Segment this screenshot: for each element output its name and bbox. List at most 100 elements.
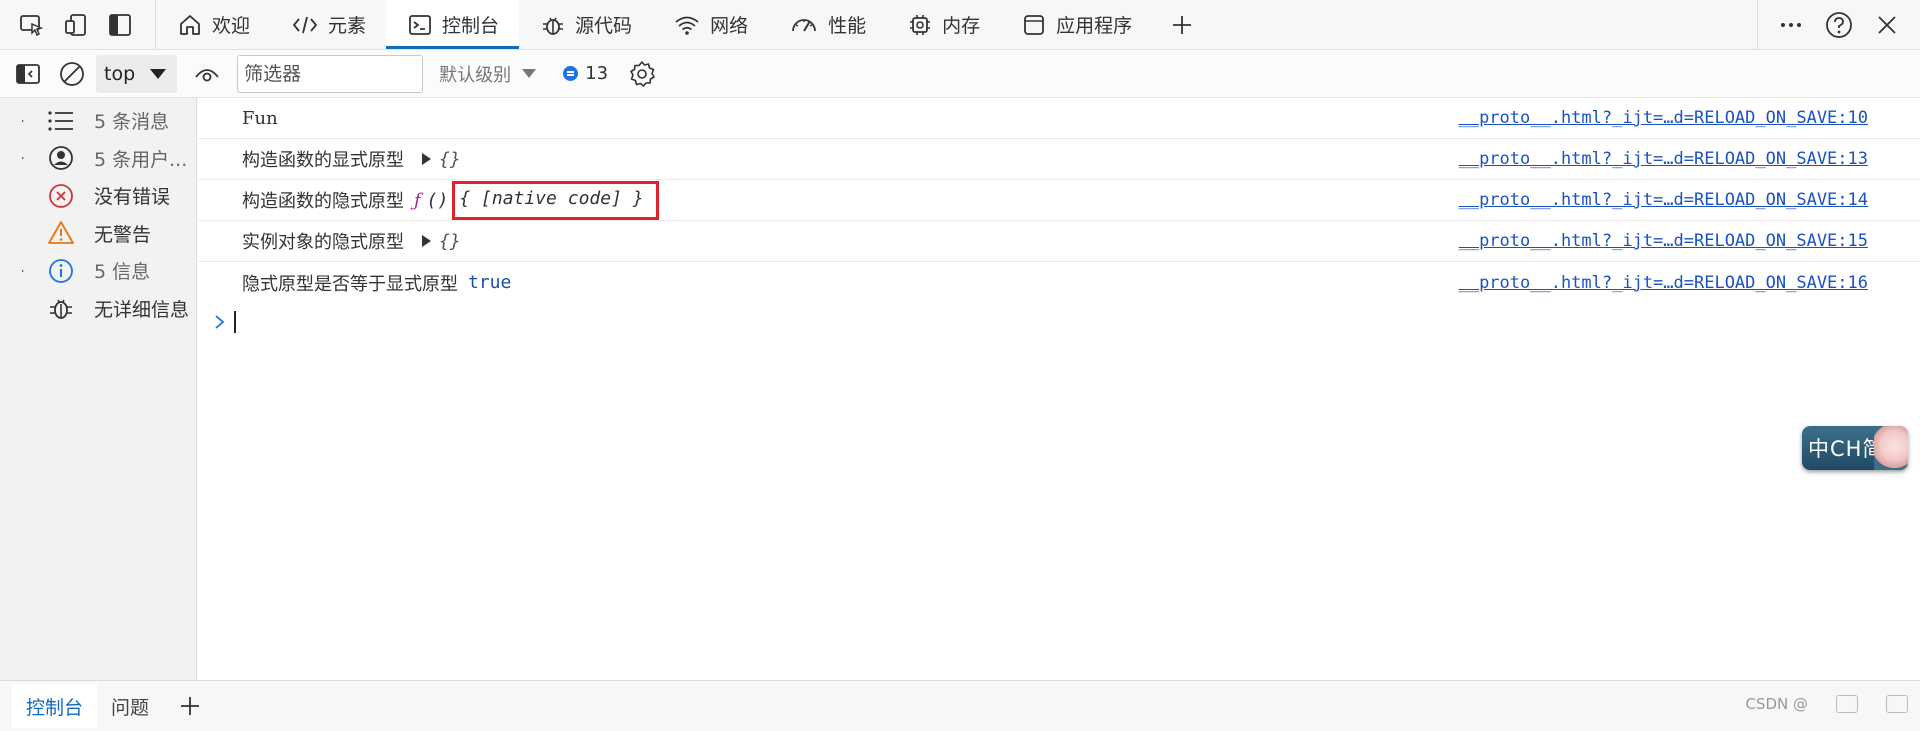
source-link[interactable]: __proto__.html?_ijt=…d=RELOAD_ON_SAVE:13 bbox=[1459, 149, 1868, 169]
more-icon bbox=[1781, 22, 1801, 27]
drawer-tab-issues[interactable]: 问题 bbox=[97, 684, 163, 728]
tab-elements[interactable]: 元素 bbox=[270, 0, 386, 49]
message-count-badge[interactable]: 13 bbox=[563, 63, 608, 84]
tabbar-tools bbox=[0, 0, 156, 49]
dock-icon[interactable] bbox=[1836, 695, 1858, 713]
log-level-label: 默认级别 bbox=[439, 64, 512, 86]
text-cursor bbox=[234, 311, 236, 333]
source-link[interactable]: __proto__.html?_ijt=…d=RELOAD_ON_SAVE:14 bbox=[1459, 190, 1868, 210]
console-prompt[interactable] bbox=[214, 311, 236, 333]
ime-indicator[interactable]: 中CH简 bbox=[1802, 426, 1908, 470]
bug-icon bbox=[44, 295, 78, 321]
wifi-icon bbox=[675, 16, 699, 35]
tab-console[interactable]: 控制台 bbox=[386, 0, 520, 49]
sidebar-item-label: 没有错误 bbox=[94, 186, 171, 209]
toggle-sidebar-button[interactable] bbox=[98, 5, 142, 45]
sidebar-item-warnings[interactable]: 无警告 bbox=[0, 215, 196, 253]
close-icon bbox=[1878, 15, 1896, 34]
context-value: top bbox=[104, 62, 136, 85]
expand-arrow-icon[interactable] bbox=[422, 235, 431, 247]
devtools-tabbar: 欢迎 元素 控制台 源代码 网络 性能 内存 应用程序 bbox=[0, 0, 1920, 50]
tab-label: 控制台 bbox=[442, 15, 500, 37]
watermark: CSDN @ bbox=[1745, 695, 1908, 713]
source-link[interactable]: __proto__.html?_ijt=…d=RELOAD_ON_SAVE:15 bbox=[1459, 231, 1868, 251]
gauge-icon bbox=[792, 18, 816, 32]
ime-mascot-icon bbox=[1874, 426, 1908, 470]
more-tools-button[interactable] bbox=[1772, 5, 1810, 45]
tab-welcome[interactable]: 欢迎 bbox=[156, 0, 270, 49]
inspect-element-button[interactable] bbox=[10, 5, 54, 45]
source-link[interactable]: __proto__.html?_ijt=…d=RELOAD_ON_SAVE:10 bbox=[1459, 108, 1868, 128]
sidebar-item-info[interactable]: 5 信息 bbox=[0, 252, 196, 290]
plus-icon bbox=[1173, 15, 1192, 34]
function-keyword: ƒ bbox=[414, 189, 421, 211]
clear-console-button[interactable] bbox=[50, 54, 94, 94]
chip-icon bbox=[910, 14, 931, 35]
show-console-sidebar-button[interactable] bbox=[6, 54, 50, 94]
sidebar-toggle-icon bbox=[16, 63, 40, 84]
device-emulation-button[interactable] bbox=[54, 5, 98, 45]
object-preview[interactable]: {} bbox=[422, 231, 461, 252]
tab-network[interactable]: 网络 bbox=[652, 0, 768, 49]
drawer-tab-label: 问题 bbox=[111, 696, 150, 719]
prompt-chevron-icon bbox=[215, 315, 225, 329]
console-message: 隐式原型是否等于显式原型 true __proto__.html?_ijt=…d… bbox=[198, 262, 1920, 303]
object-value: {} bbox=[439, 148, 461, 170]
drawer-add-tab-button[interactable] bbox=[163, 695, 217, 717]
message-text: 隐式原型是否等于显式原型 bbox=[242, 273, 458, 295]
close-devtools-button[interactable] bbox=[1868, 5, 1906, 45]
code-icon bbox=[292, 16, 318, 33]
tab-performance[interactable]: 性能 bbox=[768, 0, 886, 49]
console-toolbar: top 默认级别 13 bbox=[0, 50, 1920, 98]
tab-label: 欢迎 bbox=[212, 15, 251, 37]
dropdown-arrow-icon bbox=[150, 68, 167, 79]
add-tab-button[interactable] bbox=[1152, 0, 1212, 49]
drawer-tab-console[interactable]: 控制台 bbox=[12, 684, 98, 728]
source-link[interactable]: __proto__.html?_ijt=…d=RELOAD_ON_SAVE:16 bbox=[1459, 273, 1868, 293]
sidebar-item-verbose[interactable]: 无详细信息 bbox=[0, 290, 196, 328]
sidebar-item-label: 无警告 bbox=[94, 223, 152, 246]
dropdown-arrow-icon bbox=[522, 69, 537, 78]
tabbar-right-tools bbox=[1757, 0, 1920, 49]
tab-memory[interactable]: 内存 bbox=[886, 0, 1000, 49]
expand-arrow-icon[interactable] bbox=[0, 264, 24, 278]
expand-arrow-icon[interactable] bbox=[0, 151, 24, 165]
context-selector[interactable]: top bbox=[96, 54, 178, 93]
sidebar-item-errors[interactable]: 没有错误 bbox=[0, 177, 196, 215]
native-code-highlight: { [native code] } bbox=[452, 180, 659, 220]
drawer-close-icon[interactable] bbox=[1886, 695, 1908, 713]
message-text: 构造函数的隐式原型 bbox=[242, 191, 404, 212]
object-preview[interactable]: {} bbox=[422, 149, 461, 170]
tab-label: 内存 bbox=[942, 15, 981, 37]
watermark-text: CSDN @ bbox=[1745, 695, 1808, 713]
expand-arrow-icon[interactable] bbox=[0, 114, 24, 128]
tab-sources[interactable]: 源代码 bbox=[519, 0, 652, 49]
inspect-icon bbox=[20, 14, 44, 36]
boolean-value: true bbox=[468, 272, 512, 293]
console-settings-button[interactable] bbox=[620, 54, 664, 94]
sidebar-item-label: 5 条消息 bbox=[94, 111, 170, 134]
message-icon bbox=[563, 66, 579, 81]
sidebar-item-label: 无详细信息 bbox=[94, 298, 190, 321]
home-icon bbox=[180, 14, 200, 35]
log-level-dropdown[interactable]: 默认级别 bbox=[439, 61, 537, 87]
sidebar-item-messages[interactable]: 5 条消息 bbox=[0, 102, 196, 140]
console-message: 构造函数的显式原型 {} __proto__.html?_ijt=…d=RELO… bbox=[198, 139, 1920, 180]
message-count: 13 bbox=[585, 63, 609, 84]
list-icon bbox=[44, 110, 78, 132]
tab-label: 元素 bbox=[328, 15, 367, 37]
help-button[interactable] bbox=[1820, 5, 1858, 45]
message-text: Fun bbox=[242, 107, 278, 129]
console-sidebar: 5 条消息 5 条用户... 没有错误 无警告 5 信息 无详细信息 bbox=[0, 98, 197, 680]
sidebar-item-user-messages[interactable]: 5 条用户... bbox=[0, 140, 196, 178]
user-icon bbox=[44, 145, 78, 171]
tab-application[interactable]: 应用程序 bbox=[1000, 0, 1152, 49]
gear-icon bbox=[630, 60, 655, 87]
message-text: 构造函数的显式原型 bbox=[242, 150, 404, 171]
expand-arrow-icon[interactable] bbox=[422, 153, 431, 165]
filter-input[interactable] bbox=[237, 54, 424, 93]
tab-label: 网络 bbox=[710, 15, 749, 37]
live-expression-button[interactable] bbox=[185, 54, 229, 94]
clear-icon bbox=[60, 61, 84, 86]
plus-icon bbox=[181, 697, 200, 715]
